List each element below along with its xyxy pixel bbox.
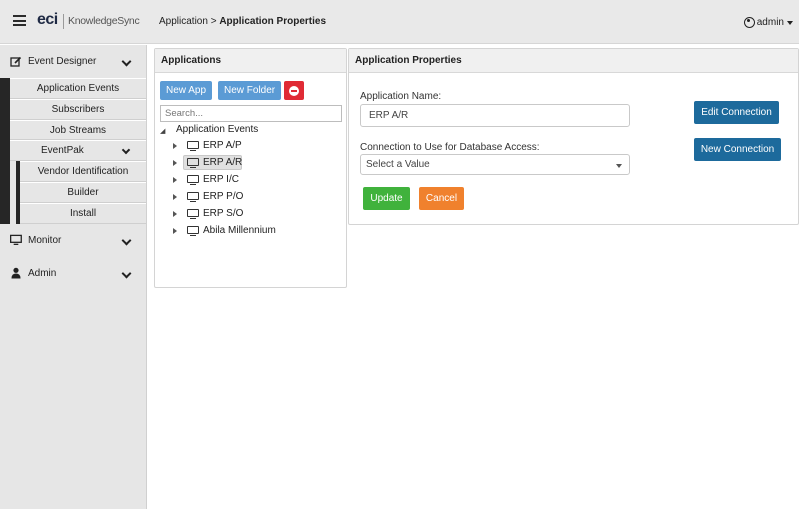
sidebar-item-builder[interactable]: Builder [20, 181, 146, 203]
sidebar-item-label: EventPak [41, 145, 84, 157]
monitor-icon [187, 226, 199, 237]
tree-node-label: ERP P/O [203, 191, 244, 202]
connection-select-value: Select a Value [366, 159, 430, 170]
sidebar-item-application-events[interactable]: Application Events [10, 78, 146, 99]
sidebar-group-label: Monitor [28, 234, 62, 246]
connection-select[interactable]: Select a Value [360, 154, 630, 175]
tree-node-label: ERP S/O [203, 208, 244, 219]
tree-node[interactable]: ERP A/P [161, 137, 276, 154]
expand-icon[interactable] [173, 194, 177, 200]
new-connection-button[interactable]: New Connection [694, 138, 781, 161]
application-name-label: Application Name: [360, 91, 442, 102]
expand-icon[interactable] [173, 143, 177, 149]
breadcrumb-current: Application Properties [219, 16, 327, 27]
product-name: KnowledgeSync [68, 15, 140, 27]
tree-node[interactable]: Abila Millennium [161, 222, 276, 239]
application-tree: ◢ Application Events ERP A/P ERP A/R ERP… [160, 123, 276, 239]
connection-label: Connection to Use for Database Access: [360, 142, 540, 153]
menu-icon[interactable] [13, 15, 26, 26]
sidebar: Event Designer Application Events Subscr… [0, 45, 147, 509]
top-bar: eci KnowledgeSync Application > Applicat… [0, 0, 799, 44]
monitor-icon [187, 192, 199, 203]
update-button[interactable]: Update [363, 187, 410, 210]
expand-icon[interactable] [173, 177, 177, 183]
caret-down-icon [616, 164, 622, 168]
chevron-down-icon [121, 268, 132, 279]
application-properties-panel: Application Properties Application Name:… [348, 48, 799, 225]
properties-panel-title: Application Properties [349, 49, 798, 73]
tree-node-label: ERP I/C [203, 174, 239, 185]
event-designer-submenu: Application Events Subscribers Job Strea… [0, 78, 146, 224]
expand-icon[interactable] [173, 211, 177, 217]
tree-node-selected[interactable]: ERP A/R [161, 154, 276, 171]
user-name: admin [756, 17, 784, 28]
eci-logo: eci [37, 11, 58, 28]
user-menu[interactable]: admin [743, 17, 793, 28]
new-app-button[interactable]: New App [160, 81, 213, 100]
expand-icon[interactable] [173, 228, 177, 234]
tree-node-label: ERP A/P [203, 140, 242, 151]
monitor-icon [187, 158, 199, 169]
sidebar-item-install[interactable]: Install [20, 202, 146, 224]
cancel-button[interactable]: Cancel [419, 187, 464, 210]
sidebar-group-admin[interactable]: Admin [0, 257, 146, 290]
minus-circle-icon [289, 85, 299, 96]
monitor-icon [187, 141, 199, 152]
chevron-down-icon [121, 146, 131, 155]
user-icon [743, 17, 755, 28]
logo-divider [63, 14, 64, 29]
tree-root-label: Application Events [176, 124, 259, 135]
tree-node-label: Abila Millennium [203, 225, 276, 236]
caret-down-icon [787, 20, 793, 25]
breadcrumb-parent[interactable]: Application > [159, 16, 219, 27]
sidebar-item-job-streams[interactable]: Job Streams [10, 119, 146, 141]
monitor-icon [187, 175, 199, 186]
tree-node[interactable]: ERP P/O [161, 188, 276, 205]
chevron-down-icon [121, 235, 132, 246]
monitor-icon [10, 234, 22, 246]
tree-node[interactable]: ERP I/C [161, 171, 276, 188]
expand-icon[interactable] [173, 160, 177, 166]
sidebar-group-label: Admin [28, 267, 57, 279]
sidebar-group-event-designer[interactable]: Event Designer [0, 45, 146, 78]
applications-panel: Applications New App New Folder ◢ Applic… [154, 48, 347, 288]
tree-node[interactable]: ERP S/O [161, 205, 276, 222]
application-name-field[interactable]: ERP A/R [360, 104, 630, 127]
search-input[interactable] [160, 105, 342, 122]
tree-root[interactable]: ◢ Application Events [160, 123, 276, 137]
chevron-down-icon [121, 56, 132, 67]
sidebar-item-subscribers[interactable]: Subscribers [10, 98, 146, 120]
tree-node-label: ERP A/R [203, 157, 243, 168]
delete-button[interactable] [284, 81, 304, 100]
monitor-icon [187, 209, 199, 220]
breadcrumb: Application > Application Properties [159, 16, 326, 27]
sidebar-group-label: Event Designer [28, 56, 97, 67]
sidebar-item-vendor-identification[interactable]: Vendor Identification [20, 161, 146, 182]
applications-panel-title: Applications [155, 49, 346, 73]
new-folder-button[interactable]: New Folder [218, 81, 282, 100]
sidebar-item-eventpak[interactable]: EventPak [10, 140, 146, 162]
user-icon [10, 267, 22, 279]
edit-connection-button[interactable]: Edit Connection [694, 101, 779, 124]
sidebar-group-monitor[interactable]: Monitor [0, 224, 146, 257]
eventpak-submenu: Vendor Identification Builder Install [16, 161, 146, 224]
edit-icon [10, 56, 22, 68]
